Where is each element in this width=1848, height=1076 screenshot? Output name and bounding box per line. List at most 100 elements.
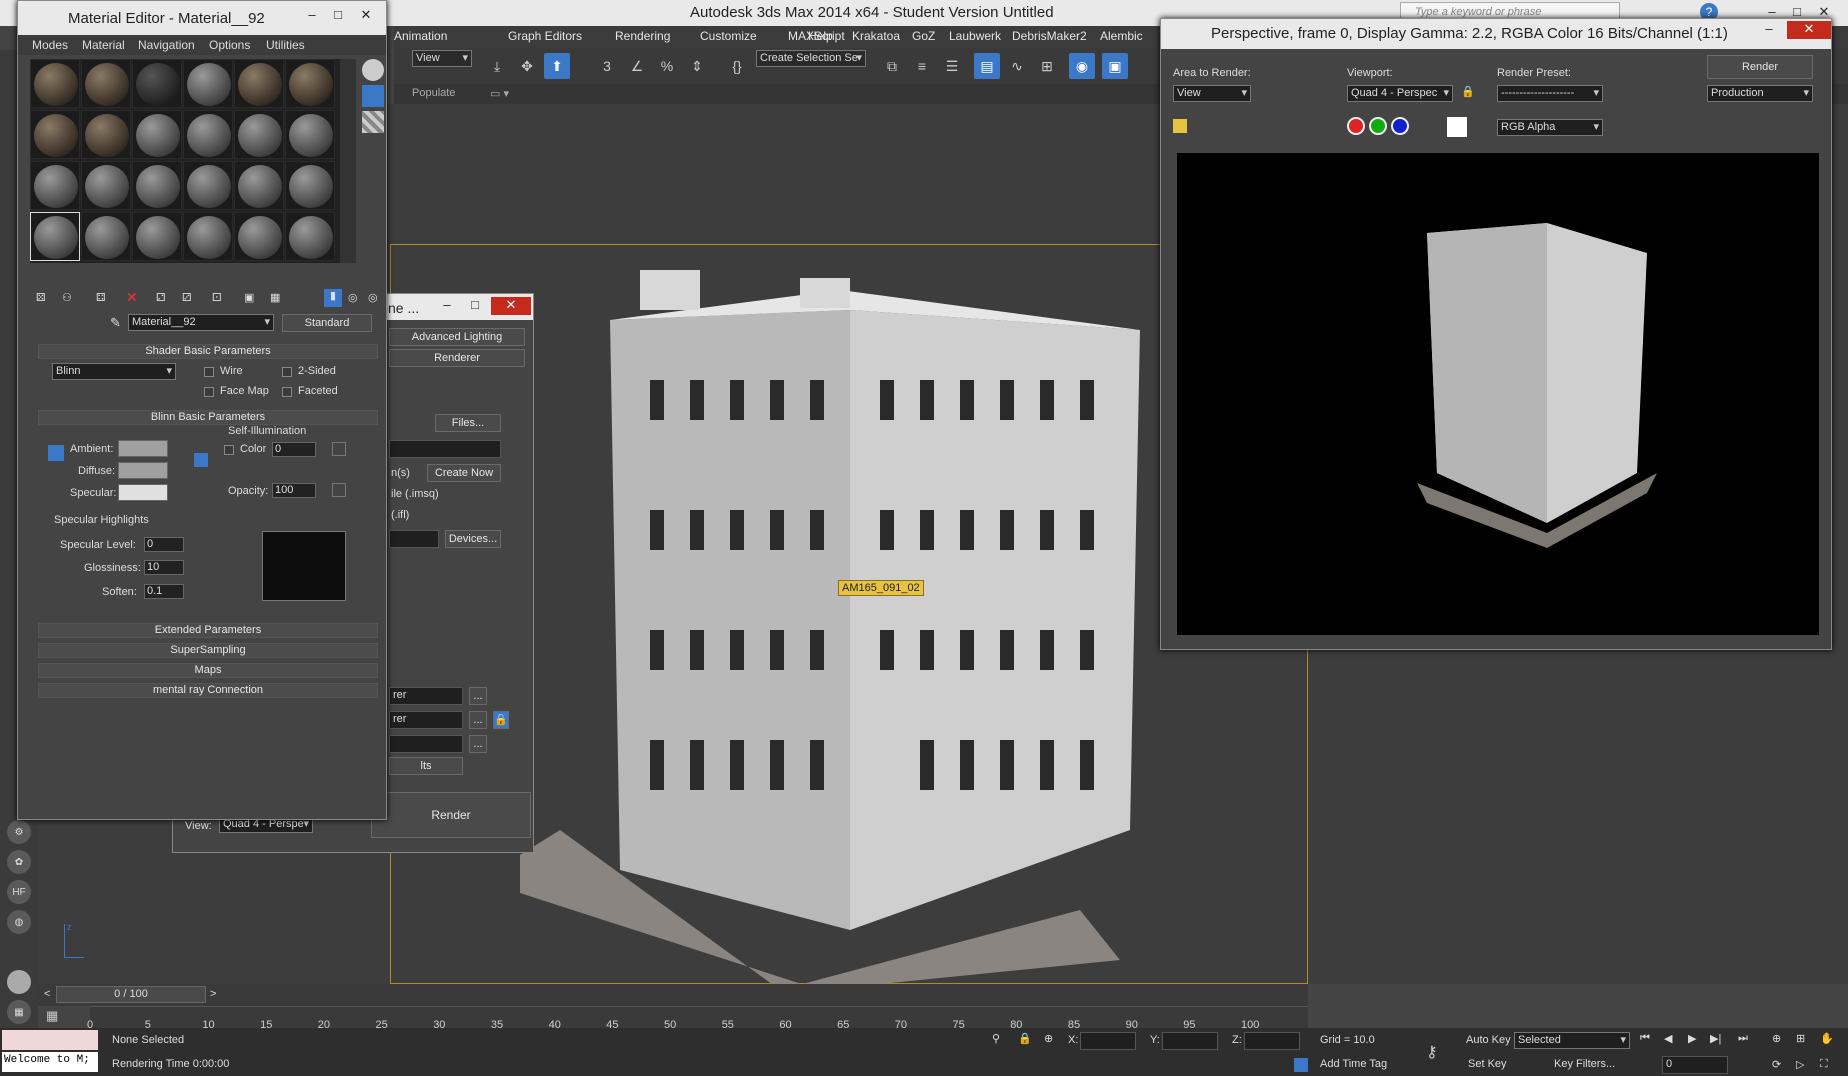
- select-move-icon[interactable]: ⬆: [544, 53, 570, 79]
- me-menu-material[interactable]: Material: [82, 38, 125, 52]
- tab-renderer[interactable]: Renderer: [389, 349, 525, 367]
- maps-rollout[interactable]: Maps: [38, 663, 378, 678]
- play-icon[interactable]: ▶: [1688, 1032, 1696, 1045]
- pan-icon[interactable]: ✋: [1820, 1032, 1834, 1045]
- material-slot[interactable]: [183, 110, 233, 159]
- spec-level-spinner[interactable]: 0: [144, 537, 184, 552]
- goto-end-icon[interactable]: ⏭: [1738, 1032, 1748, 1045]
- material-slot[interactable]: [183, 59, 233, 108]
- render-setup-maximize-icon[interactable]: □: [463, 297, 487, 315]
- opacity-spinner[interactable]: 100: [272, 483, 316, 498]
- schematic-icon[interactable]: ⊞: [1034, 53, 1060, 79]
- abs-mode-icon[interactable]: ⊕: [1044, 1032, 1053, 1045]
- render-setup-icon[interactable]: ▣: [1102, 53, 1128, 79]
- output-path-field[interactable]: [389, 440, 501, 458]
- tab-advanced-lighting[interactable]: Advanced Lighting: [389, 328, 525, 346]
- set-key-button[interactable]: Set Key: [1468, 1058, 1507, 1070]
- next-frame-icon[interactable]: ▶|: [1710, 1032, 1721, 1045]
- material-editor-close-icon[interactable]: ✕: [354, 7, 378, 25]
- time-slider-prev[interactable]: <: [44, 988, 50, 1000]
- tool-icon-3[interactable]: HF: [7, 880, 31, 904]
- face-map-checkbox[interactable]: [204, 387, 214, 397]
- blinn-basic-params-rollout[interactable]: Blinn Basic Parameters: [38, 410, 378, 425]
- diffuse-swatch[interactable]: [118, 462, 168, 479]
- material-slot[interactable]: [81, 110, 131, 159]
- extended-params-rollout[interactable]: Extended Parameters: [38, 623, 378, 638]
- maxscript-mini-listener[interactable]: Welcome to M;: [2, 1052, 98, 1072]
- renderer-field-2[interactable]: rer: [389, 711, 463, 729]
- me-menu-modes[interactable]: Modes: [32, 38, 68, 52]
- material-slot[interactable]: [132, 59, 182, 108]
- graphite-icon[interactable]: ▤: [974, 53, 1000, 79]
- renderer-field-1[interactable]: rer: [389, 687, 463, 705]
- angle-snap-icon[interactable]: ∠: [624, 53, 650, 79]
- shader-basic-params-rollout[interactable]: Shader Basic Parameters: [38, 344, 378, 359]
- reference-coord-dropdown[interactable]: View: [412, 50, 472, 67]
- render-setup-close-icon[interactable]: ✕: [491, 297, 531, 315]
- material-slot[interactable]: [30, 59, 80, 108]
- area-to-render-dropdown[interactable]: View: [1173, 85, 1251, 102]
- background-icon[interactable]: [362, 111, 384, 133]
- slots-scrollbar[interactable]: [340, 59, 356, 263]
- tool-icon-5[interactable]: [7, 970, 31, 994]
- maxscript-mini-listener-top[interactable]: [2, 1030, 98, 1050]
- assign-icon[interactable]: ⚃: [96, 291, 106, 304]
- save-image-icon[interactable]: [1173, 119, 1187, 133]
- material-editor-maximize-icon[interactable]: □: [326, 7, 350, 25]
- material-slot[interactable]: [234, 212, 284, 261]
- mental-ray-rollout[interactable]: mental ray Connection: [38, 683, 378, 698]
- ambient-swatch[interactable]: [118, 440, 168, 457]
- isolate-icon[interactable]: ⚲: [992, 1032, 1000, 1045]
- blue-channel-icon[interactable]: [1391, 117, 1409, 135]
- green-channel-icon[interactable]: [1369, 117, 1387, 135]
- material-editor-minimize-icon[interactable]: –: [300, 7, 324, 25]
- lock-ambient-diffuse-icon[interactable]: [48, 445, 64, 461]
- tool-icon-1[interactable]: ⚙: [7, 820, 31, 844]
- show-end-icon[interactable]: ▮: [324, 289, 342, 307]
- tool-icon-6[interactable]: ▦: [7, 1000, 31, 1024]
- align-icon[interactable]: ≡: [909, 53, 935, 79]
- put-library-icon[interactable]: ⚀: [212, 291, 222, 304]
- material-slot[interactable]: [30, 161, 80, 210]
- production-dropdown[interactable]: Production: [1707, 85, 1813, 102]
- renderer-field-3[interactable]: [389, 735, 463, 753]
- render-preset-dropdown[interactable]: --------------------: [1497, 85, 1603, 102]
- put-to-scene-icon[interactable]: ⚇: [62, 291, 72, 304]
- material-name-field[interactable]: Material__92: [128, 314, 274, 331]
- time-slider[interactable]: < 0 / 100 >: [38, 984, 1308, 1006]
- eyedropper-icon[interactable]: ✎: [110, 315, 121, 331]
- menu-help[interactable]: Help: [808, 29, 833, 43]
- two-sided-checkbox[interactable]: [282, 367, 292, 377]
- zoom-icon[interactable]: ⊕: [1772, 1032, 1781, 1045]
- y-field[interactable]: [1162, 1032, 1218, 1050]
- render-button[interactable]: Render: [371, 792, 531, 838]
- current-frame-field[interactable]: 0: [1662, 1056, 1728, 1074]
- material-slot[interactable]: [132, 110, 182, 159]
- device-field[interactable]: [389, 530, 439, 548]
- ribbon-toggle-icon[interactable]: ▭ ▾: [490, 87, 509, 100]
- goto-start-icon[interactable]: ⏮: [1640, 1032, 1650, 1045]
- set-key-icon[interactable]: ⚷: [1426, 1042, 1438, 1062]
- me-menu-options[interactable]: Options: [209, 38, 250, 52]
- menu-alembic[interactable]: Alembic: [1100, 29, 1143, 43]
- copy-icon[interactable]: ⚁: [156, 291, 166, 304]
- material-slot[interactable]: [183, 161, 233, 210]
- renderer-picker-3[interactable]: ...: [469, 735, 487, 753]
- time-slider-next[interactable]: >: [210, 988, 216, 1000]
- material-slot[interactable]: [132, 161, 182, 210]
- opacity-map-button[interactable]: [332, 483, 346, 497]
- save-as-defaults-button[interactable]: lts: [389, 757, 463, 775]
- material-slot[interactable]: [285, 110, 335, 159]
- add-time-tag[interactable]: Add Time Tag: [1320, 1058, 1387, 1070]
- material-slot[interactable]: [81, 212, 131, 261]
- material-slot[interactable]: [285, 59, 335, 108]
- rf-render-button[interactable]: Render: [1707, 55, 1813, 79]
- show-map-icon[interactable]: ▦: [270, 291, 280, 304]
- material-slot[interactable]: [132, 212, 182, 261]
- maximize-viewport-icon[interactable]: ⛶: [1820, 1058, 1828, 1071]
- material-slot[interactable]: [81, 59, 131, 108]
- spinner-snap-icon[interactable]: ⇕: [684, 53, 710, 79]
- me-menu-navigation[interactable]: Navigation: [138, 38, 195, 52]
- material-slot[interactable]: [30, 212, 80, 261]
- prev-frame-icon[interactable]: ◀: [1664, 1032, 1672, 1045]
